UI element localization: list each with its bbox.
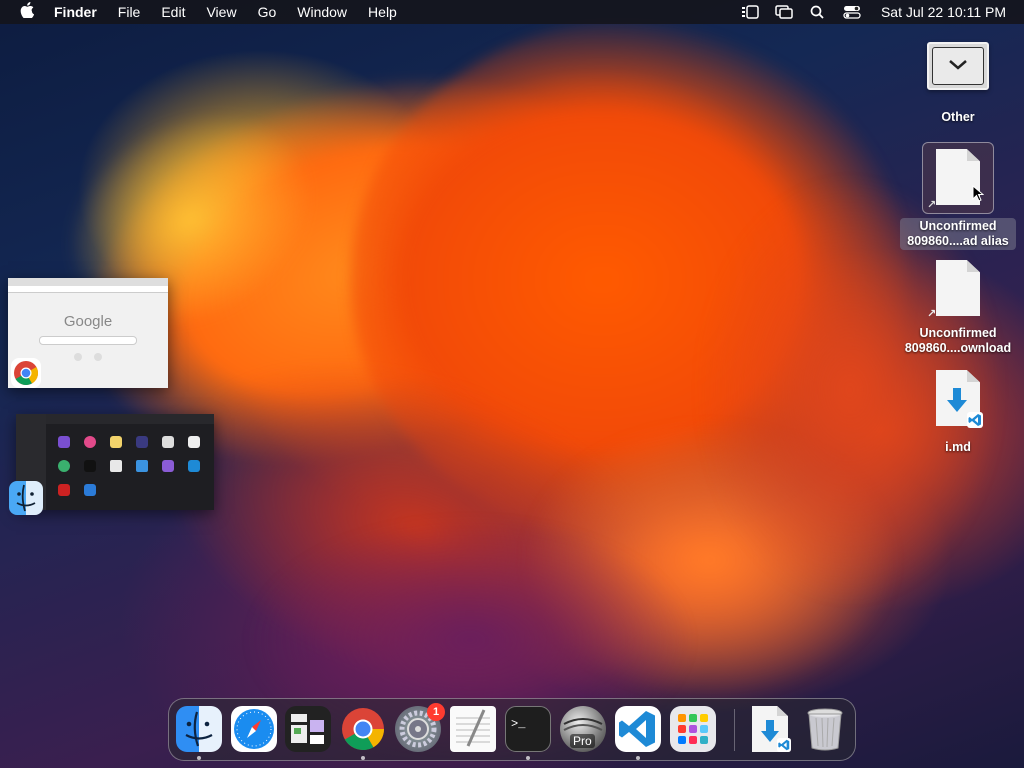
menu-file[interactable]: File <box>118 4 141 20</box>
finder-icon-grid <box>58 436 208 496</box>
finder-toolbar <box>46 414 214 424</box>
app-thumb <box>162 460 174 472</box>
menu-view[interactable]: View <box>206 4 236 20</box>
svg-text:>_: >_ <box>511 717 526 731</box>
dock-launchpad[interactable] <box>670 706 716 752</box>
finder-window-preview[interactable] <box>16 414 214 510</box>
alias-arrow-icon: ↗ <box>927 199 937 211</box>
menu-window[interactable]: Window <box>297 4 347 20</box>
desktop-item-label: Unconfirmed 809860....ad alias <box>900 218 1016 250</box>
menu-app-name[interactable]: Finder <box>54 4 97 20</box>
app-thumb <box>58 460 70 472</box>
menu-edit[interactable]: Edit <box>161 4 185 20</box>
finder-app-icon[interactable] <box>9 481 43 515</box>
apple-menu-icon[interactable] <box>16 1 38 23</box>
desktop-item-label: Unconfirmed 809860....ownload <box>904 326 1012 355</box>
desktop-item-i-md[interactable]: i.md <box>898 370 1018 455</box>
menu-clock[interactable]: Sat Jul 22 10:11 PM <box>881 4 1006 20</box>
desktop-item-unconfirmed-download[interactable]: ↗ Unconfirmed 809860....ownload <box>898 260 1018 356</box>
running-indicator <box>197 756 201 760</box>
spotlight-search-icon[interactable] <box>809 5 827 19</box>
running-indicator <box>361 756 365 760</box>
desktop-item-label: i.md <box>945 440 971 454</box>
app-thumb <box>136 436 148 448</box>
shortcut-tile <box>74 353 82 361</box>
app-thumb <box>136 460 148 472</box>
desktop-item-other[interactable]: Other <box>898 42 1018 125</box>
app-thumb <box>84 460 96 472</box>
google-search-box <box>39 336 137 345</box>
app-thumb <box>84 484 96 496</box>
dock-textedit[interactable] <box>450 706 496 752</box>
dock-finder[interactable] <box>176 706 222 752</box>
stage-manager-icon[interactable] <box>741 5 759 19</box>
app-thumb <box>84 436 96 448</box>
desktop-item-unconfirmed-alias[interactable]: ↗ Unconfirmed 809860....ad alias <box>898 142 1018 250</box>
desktop-item-label: Other <box>941 110 975 124</box>
running-indicator <box>636 756 640 760</box>
app-thumb <box>58 484 70 496</box>
chrome-window-preview[interactable]: Google <box>8 278 168 388</box>
control-center-icon[interactable] <box>843 5 861 19</box>
dock-trash[interactable] <box>802 706 848 752</box>
dock-final-cut-pro[interactable]: Pro <box>560 706 606 752</box>
vscode-badge-icon <box>777 738 791 752</box>
app-thumb <box>110 436 122 448</box>
alias-arrow-icon: ↗ <box>927 308 937 320</box>
app-thumb <box>58 436 70 448</box>
app-thumb <box>188 460 200 472</box>
dock-google-chrome[interactable] <box>340 706 386 752</box>
tab-strip <box>8 278 168 286</box>
document-icon <box>936 260 980 316</box>
chrome-app-icon <box>11 358 41 388</box>
app-thumb <box>162 436 174 448</box>
menu-go[interactable]: Go <box>258 4 277 20</box>
running-indicator <box>526 756 530 760</box>
dock-separator <box>734 709 735 751</box>
dock-safari[interactable] <box>231 706 277 752</box>
notification-badge: 1 <box>427 703 445 721</box>
app-thumb <box>188 436 200 448</box>
app-thumb <box>110 460 122 472</box>
screen-mirroring-icon[interactable] <box>775 5 793 19</box>
google-logo: Google <box>63 313 113 330</box>
menu-bar: Finder File Edit View Go Window Help Sat… <box>0 0 1024 24</box>
dock-downloads[interactable] <box>747 706 793 752</box>
dock-visual-studio-code[interactable] <box>615 706 661 752</box>
vscode-badge-icon <box>967 412 983 428</box>
dock: 1 >_ Pro <box>168 698 856 761</box>
cursor-icon <box>972 185 984 202</box>
dock-terminal[interactable]: >_ <box>505 706 551 752</box>
address-bar <box>8 286 168 293</box>
dock-mosaic[interactable] <box>285 706 331 752</box>
shortcut-tile <box>94 353 102 361</box>
menu-help[interactable]: Help <box>368 4 397 20</box>
dock-system-settings[interactable]: 1 <box>395 703 445 752</box>
pro-label: Pro <box>570 734 595 748</box>
selection-highlight: ↗ <box>922 142 994 214</box>
download-arrow-icon <box>947 388 967 412</box>
screenshot-thumbnail-icon <box>927 42 989 90</box>
